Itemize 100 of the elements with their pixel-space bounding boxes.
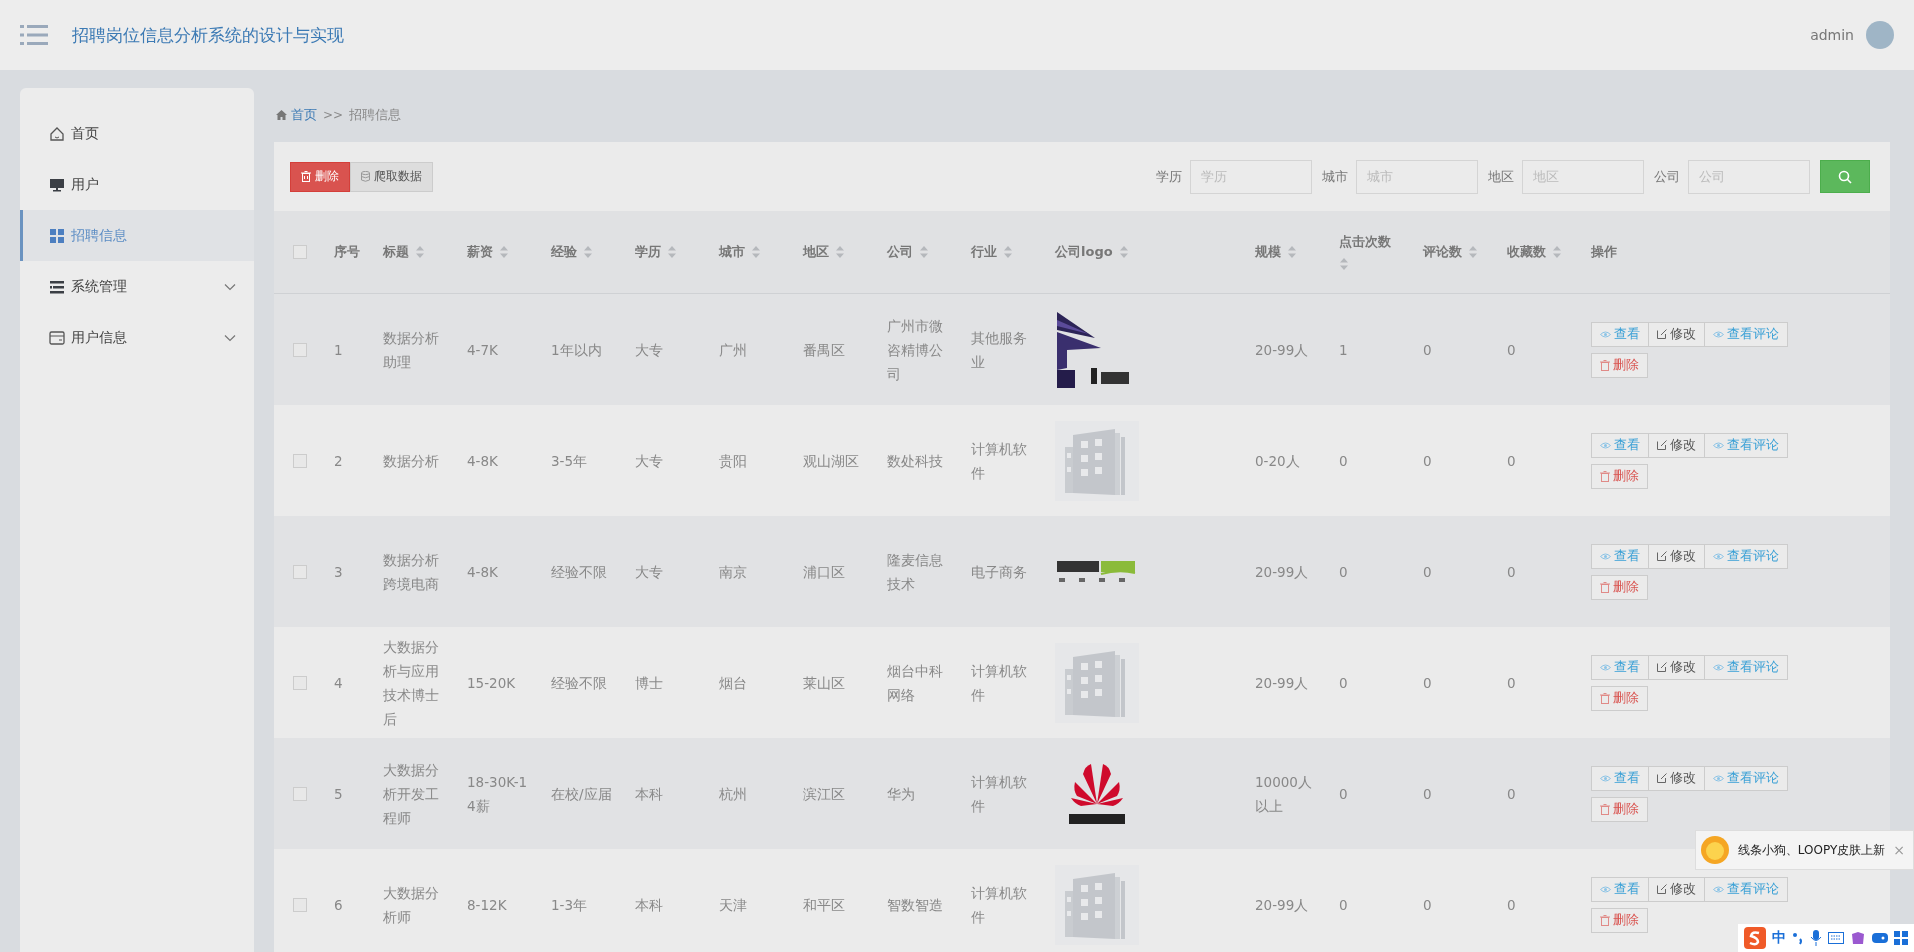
- sort-icon[interactable]: [1287, 245, 1297, 259]
- edit-button[interactable]: 修改: [1648, 432, 1705, 458]
- column-header[interactable]: 行业: [971, 243, 997, 261]
- sort-icon[interactable]: [751, 245, 761, 259]
- column-header[interactable]: 地区: [803, 243, 829, 261]
- edit-button[interactable]: 修改: [1648, 321, 1705, 347]
- keyboard-icon[interactable]: [1828, 932, 1844, 944]
- table-cell-text: 3-5年: [550, 451, 589, 471]
- edit-button[interactable]: 修改: [1648, 654, 1705, 680]
- sidebar-item[interactable]: 用户信息: [20, 312, 254, 363]
- edit-button[interactable]: 修改: [1648, 765, 1705, 791]
- delete-button[interactable]: 删除: [1591, 907, 1648, 933]
- table-cell-text: 15-20K: [466, 673, 517, 693]
- table-cell-text: 本科: [634, 784, 664, 804]
- view-button[interactable]: 查看评论: [1704, 654, 1788, 680]
- sort-icon[interactable]: [499, 245, 509, 259]
- view-button[interactable]: 查看: [1591, 543, 1649, 569]
- breadcrumb-link[interactable]: 首页: [276, 106, 317, 124]
- checkbox[interactable]: [293, 564, 307, 579]
- table-cell-text: 南京: [718, 562, 748, 582]
- column-header[interactable]: 公司logo: [1055, 243, 1113, 261]
- chevron-down-icon[interactable]: [224, 282, 236, 291]
- sidebar-item[interactable]: 用户: [20, 159, 254, 210]
- delete-button[interactable]: 删除: [1591, 574, 1648, 600]
- column-header[interactable]: 规模: [1255, 243, 1281, 261]
- column-header[interactable]: 收藏数: [1507, 243, 1546, 261]
- edit-button[interactable]: 修改: [1648, 876, 1705, 902]
- edit-button[interactable]: 修改: [1648, 543, 1705, 569]
- notification-toast[interactable]: 线条小狗、LOOPY皮肤上新 ×: [1694, 830, 1914, 870]
- view-button[interactable]: 查看: [1591, 876, 1649, 902]
- view-button[interactable]: 查看评论: [1704, 765, 1788, 791]
- sidebar-item[interactable]: 系统管理: [20, 261, 254, 312]
- ime-logo-icon[interactable]: [1744, 927, 1766, 949]
- delete-button[interactable]: 删除: [1591, 796, 1648, 822]
- delete-button[interactable]: 删除: [1591, 685, 1648, 711]
- view-button[interactable]: 查看: [1591, 432, 1649, 458]
- microphone-icon[interactable]: [1810, 930, 1822, 946]
- sort-icon[interactable]: [415, 245, 425, 259]
- sort-icon[interactable]: [1003, 245, 1013, 259]
- database-icon: [361, 171, 370, 182]
- punctuation-icon[interactable]: [1792, 931, 1804, 945]
- delete-button[interactable]: 删除: [1591, 352, 1648, 378]
- checkbox[interactable]: [293, 675, 307, 690]
- sort-icon[interactable]: [1552, 245, 1562, 259]
- menu-icon[interactable]: [20, 24, 48, 46]
- column-header[interactable]: 学历: [635, 243, 661, 261]
- view-button[interactable]: 查看: [1591, 765, 1649, 791]
- table-cell-text: 0: [1422, 562, 1433, 582]
- table-cell-text: 4-8K: [466, 451, 499, 471]
- gamepad-icon[interactable]: [1872, 931, 1888, 945]
- checkbox[interactable]: [293, 245, 307, 259]
- sort-icon[interactable]: [667, 245, 677, 259]
- table-cell-text: 0: [1338, 673, 1349, 693]
- checkbox[interactable]: [293, 897, 307, 912]
- view-button[interactable]: 查看: [1591, 321, 1649, 347]
- edit-icon: [1657, 551, 1667, 561]
- close-button[interactable]: ×: [1893, 842, 1905, 858]
- ime-mode-toggle[interactable]: 中: [1772, 929, 1786, 947]
- sort-icon[interactable]: [583, 245, 593, 259]
- table-cell-text: 浦口区: [802, 562, 846, 582]
- breadcrumb-separator: >>: [323, 108, 344, 122]
- column-header[interactable]: 薪资: [467, 243, 493, 261]
- sort-icon[interactable]: [1118, 245, 1129, 259]
- view-button[interactable]: 查看评论: [1704, 432, 1788, 458]
- table-cell-text: 观山湖区: [802, 451, 860, 471]
- view-button[interactable]: 查看: [1591, 654, 1649, 680]
- avatar[interactable]: [1866, 21, 1894, 49]
- column-header[interactable]: 点击次数: [1339, 233, 1391, 251]
- sort-icon[interactable]: [1339, 257, 1349, 271]
- checkbox[interactable]: [293, 453, 307, 468]
- sidebar-item[interactable]: 招聘信息: [20, 210, 254, 261]
- sort-icon[interactable]: [835, 245, 845, 259]
- column-header[interactable]: 经验: [551, 243, 577, 261]
- delete-button[interactable]: 删除: [1591, 463, 1648, 489]
- sort-icon[interactable]: [919, 245, 929, 259]
- column-header[interactable]: 公司: [887, 243, 913, 261]
- column-header[interactable]: 标题: [383, 243, 409, 261]
- view-button[interactable]: 查看评论: [1704, 543, 1788, 569]
- user-name[interactable]: admin: [1810, 27, 1854, 43]
- sort-icon[interactable]: [1468, 245, 1478, 259]
- view-button[interactable]: 查看评论: [1704, 321, 1788, 347]
- table-cell-text: 4-7K: [466, 340, 499, 360]
- edit-icon: [1657, 329, 1667, 339]
- shirt-icon[interactable]: [1850, 930, 1866, 946]
- checkbox[interactable]: [293, 786, 307, 801]
- grid-icon[interactable]: [1894, 931, 1908, 945]
- sidebar-item[interactable]: 首页: [20, 108, 254, 159]
- checkbox[interactable]: [293, 342, 307, 357]
- table-cell-text: 6: [333, 895, 344, 915]
- column-header[interactable]: 评论数: [1423, 243, 1462, 261]
- column-header[interactable]: 城市: [719, 243, 745, 261]
- monitor-icon: [49, 176, 65, 193]
- table-cell-text: 烟台: [718, 673, 748, 693]
- table-cell-text: 20-99人: [1254, 340, 1310, 360]
- view-button[interactable]: 查看评论: [1704, 876, 1788, 902]
- eye-icon: [1713, 441, 1724, 449]
- search-button[interactable]: [1820, 160, 1870, 193]
- chevron-down-icon[interactable]: [224, 333, 236, 342]
- delete-button[interactable]: 删除: [290, 161, 350, 192]
- crawl-button[interactable]: 爬取数据: [350, 161, 433, 192]
